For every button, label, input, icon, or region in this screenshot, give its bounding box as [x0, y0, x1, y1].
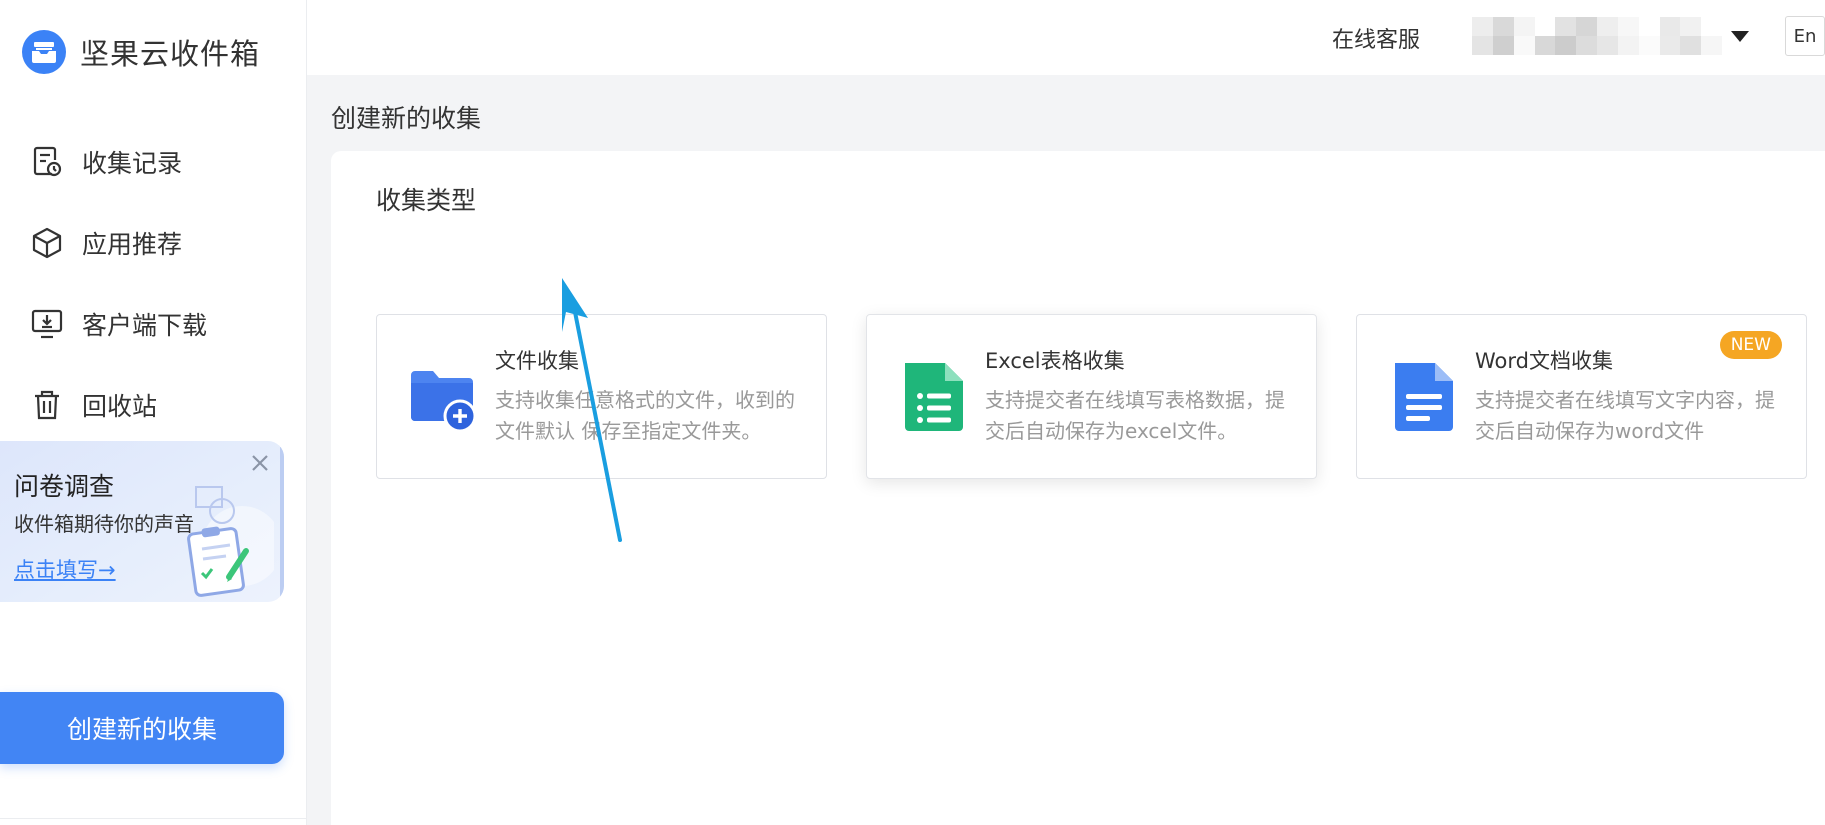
language-switch-button[interactable]: En — [1785, 16, 1825, 56]
sidebar-item-label: 回收站 — [82, 392, 158, 421]
excel-sheet-icon — [905, 363, 963, 431]
logo[interactable]: 坚果云收件箱 — [22, 30, 260, 74]
excel-collection-card[interactable]: Excel表格收集 支持提交者在线填写表格数据，提交后自动保存为excel文件。 — [866, 314, 1317, 479]
word-doc-icon — [1395, 363, 1453, 431]
survey-title: 问卷调查 — [14, 472, 115, 501]
sidebar-item-label: 客户端下载 — [82, 311, 208, 340]
card-description: 支持提交者在线填写文字内容，提交后自动保存为word文件 — [1475, 388, 1775, 443]
card-description: 支持提交者在线填写表格数据，提交后自动保存为excel文件。 — [985, 388, 1285, 443]
card-title: Word文档收集 — [1475, 349, 1613, 373]
app-root: 坚果云收件箱 收集记录 应用推荐 客户端下载 回收站 问卷调查 收件箱期待你的声… — [0, 0, 1825, 825]
survey-fill-link[interactable]: 点击填写→ — [14, 554, 116, 584]
sidebar-item-label: 收集记录 — [82, 149, 183, 178]
sidebar-item-label: 应用推荐 — [82, 230, 183, 259]
collection-type-panel: 收集类型 文件收集 支持收集任意格式的文件，收到的文件默认 保存至指定文件夹。 — [331, 151, 1825, 825]
word-collection-card[interactable]: Word文档收集 支持提交者在线填写文字内容，提交后自动保存为word文件 NE… — [1356, 314, 1807, 479]
sidebar-item-recycle-bin[interactable]: 回收站 — [0, 375, 307, 435]
sidebar-nav: 收集记录 应用推荐 客户端下载 回收站 — [0, 132, 307, 456]
survey-scrollbar — [280, 447, 284, 597]
collection-record-icon — [30, 145, 64, 179]
sidebar-item-collection-records[interactable]: 收集记录 — [0, 132, 307, 192]
page-title: 创建新的收集 — [331, 104, 482, 133]
main-content: 创建新的收集 收集类型 文件收集 支持收集任意格式的文件，收到的文件默认 保存至… — [307, 75, 1825, 825]
survey-banner[interactable]: 问卷调查 收件箱期待你的声音 点击填写→ — [0, 441, 284, 602]
trash-icon — [30, 388, 64, 422]
card-title: Excel表格收集 — [985, 349, 1125, 373]
top-header: 在线客服 En — [307, 0, 1825, 75]
online-service-link[interactable]: 在线客服 — [1332, 22, 1420, 54]
chevron-down-icon[interactable] — [1729, 26, 1751, 46]
cube-icon — [30, 226, 64, 260]
file-collection-card[interactable]: 文件收集 支持收集任意格式的文件，收到的文件默认 保存至指定文件夹。 — [376, 314, 827, 479]
sidebar: 坚果云收件箱 收集记录 应用推荐 客户端下载 回收站 问卷调查 收件箱期待你的声… — [0, 0, 307, 825]
section-title: 收集类型 — [376, 186, 477, 215]
user-account-blurred[interactable] — [1472, 17, 1722, 55]
sidebar-item-app-recommend[interactable]: 应用推荐 — [0, 213, 307, 273]
close-icon[interactable] — [248, 451, 272, 475]
folder-plus-icon — [411, 371, 477, 433]
monitor-download-icon — [30, 307, 64, 341]
card-title: 文件收集 — [495, 349, 579, 373]
new-badge: NEW — [1719, 331, 1782, 359]
logo-text: 坚果云收件箱 — [80, 37, 261, 71]
survey-subtitle: 收件箱期待你的声音 — [14, 512, 194, 536]
inbox-logo-icon — [22, 30, 66, 74]
create-collection-button[interactable]: 创建新的收集 — [0, 692, 284, 764]
clipboard-illustration-icon — [187, 486, 274, 597]
card-description: 支持收集任意格式的文件，收到的文件默认 保存至指定文件夹。 — [495, 388, 795, 443]
sidebar-divider — [0, 818, 307, 819]
sidebar-item-client-download[interactable]: 客户端下载 — [0, 294, 307, 354]
